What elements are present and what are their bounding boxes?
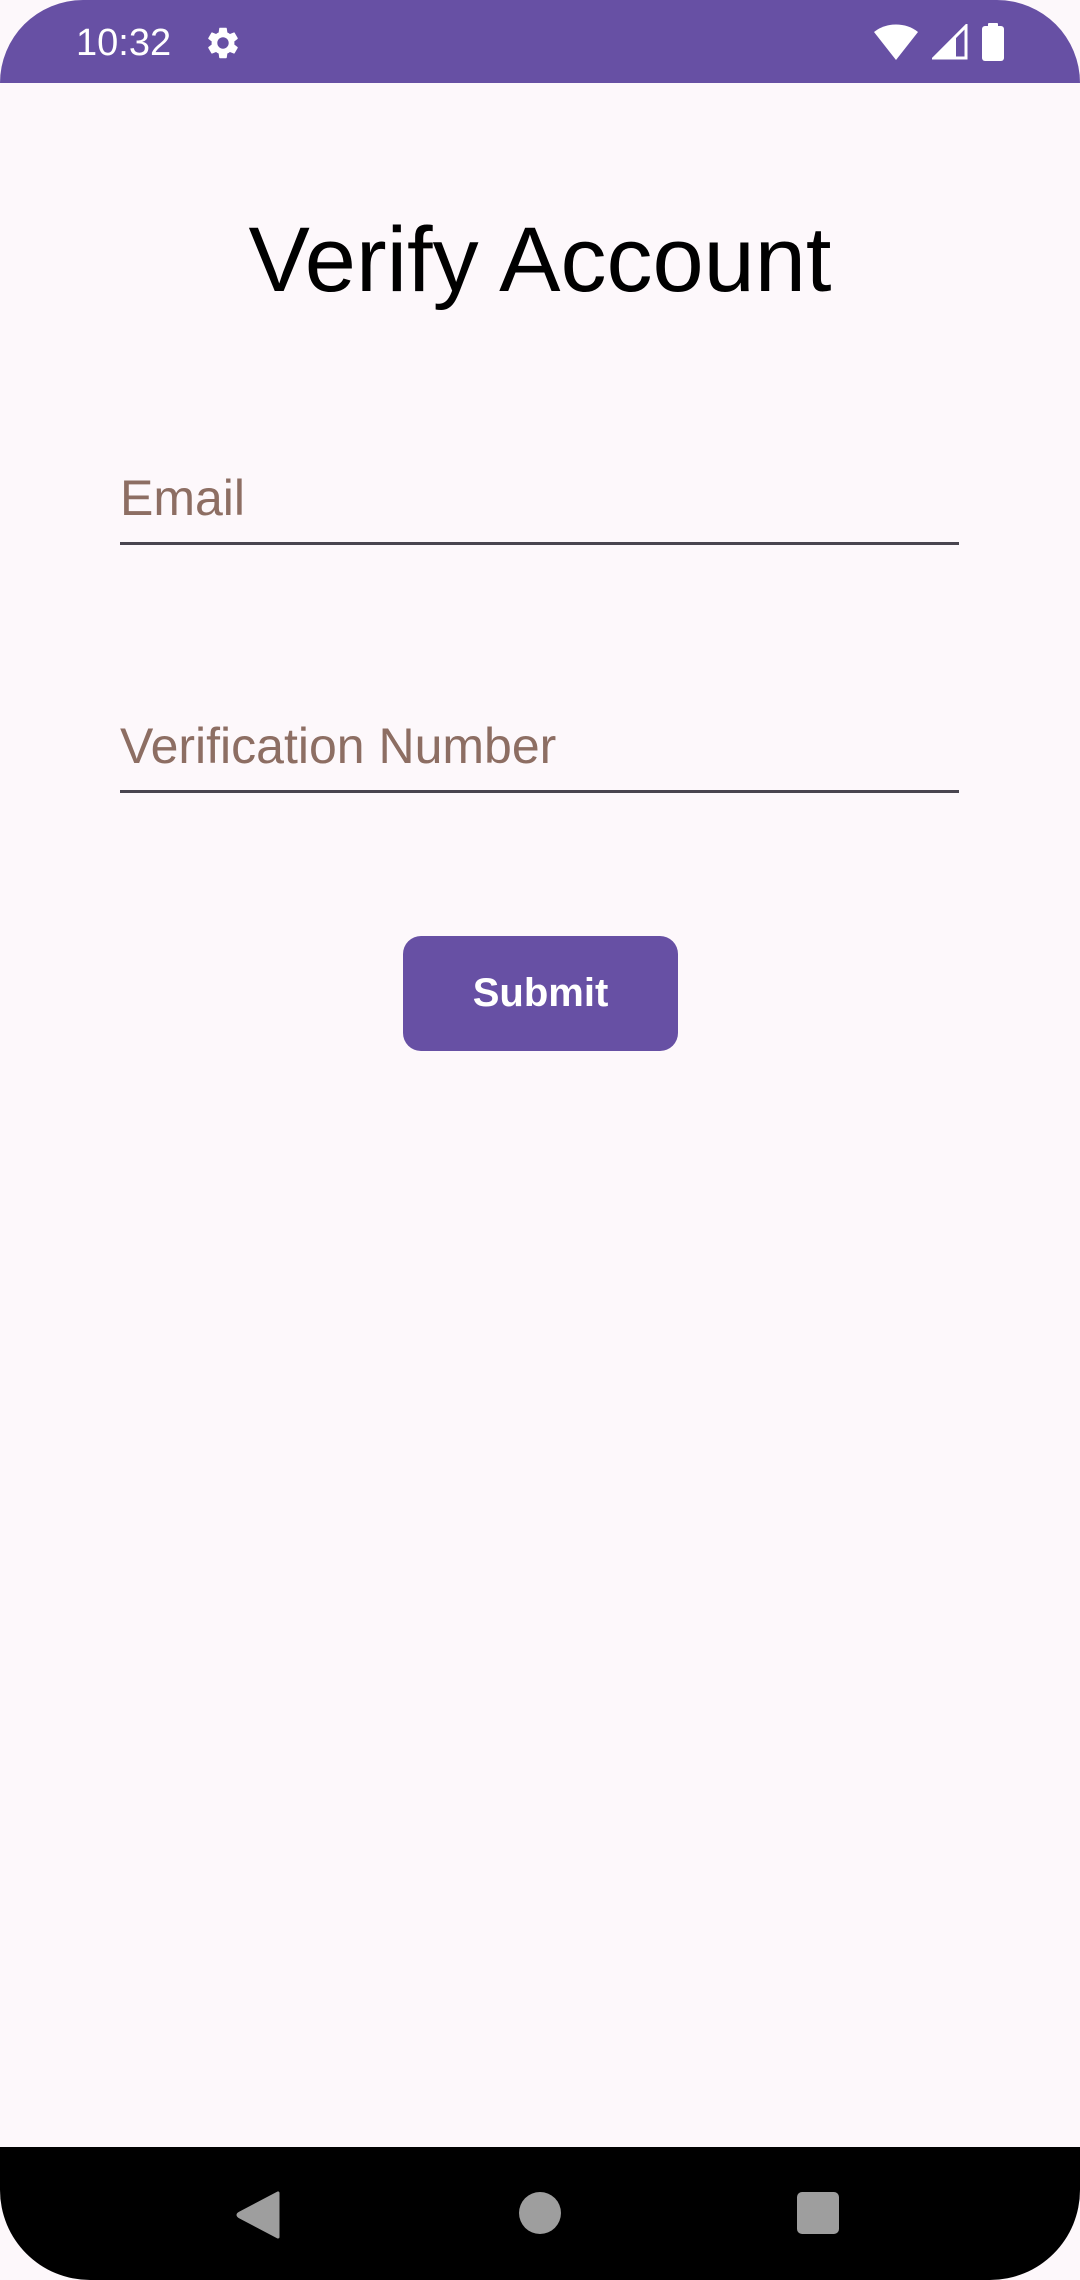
home-icon[interactable] bbox=[518, 2191, 562, 2240]
page-title: Verify Account bbox=[248, 209, 832, 311]
settings-icon bbox=[204, 24, 242, 62]
email-field-container bbox=[120, 455, 959, 545]
status-icons bbox=[874, 22, 1004, 62]
verification-field-container bbox=[120, 703, 959, 793]
submit-button[interactable]: Submit bbox=[403, 936, 678, 1051]
status-bar: 10:32 bbox=[0, 0, 1080, 83]
signal-icon bbox=[932, 24, 968, 60]
navigation-bar bbox=[0, 2147, 1080, 2280]
verification-number-input[interactable] bbox=[120, 716, 959, 776]
recents-icon[interactable] bbox=[797, 2192, 839, 2239]
back-icon[interactable] bbox=[236, 2191, 280, 2244]
wifi-icon bbox=[874, 24, 918, 60]
app-screen: 10:32 Verify Account Email Verification … bbox=[0, 0, 1080, 2280]
email-input[interactable] bbox=[120, 468, 959, 528]
battery-icon bbox=[982, 23, 1004, 61]
status-time: 10:32 bbox=[76, 22, 172, 64]
